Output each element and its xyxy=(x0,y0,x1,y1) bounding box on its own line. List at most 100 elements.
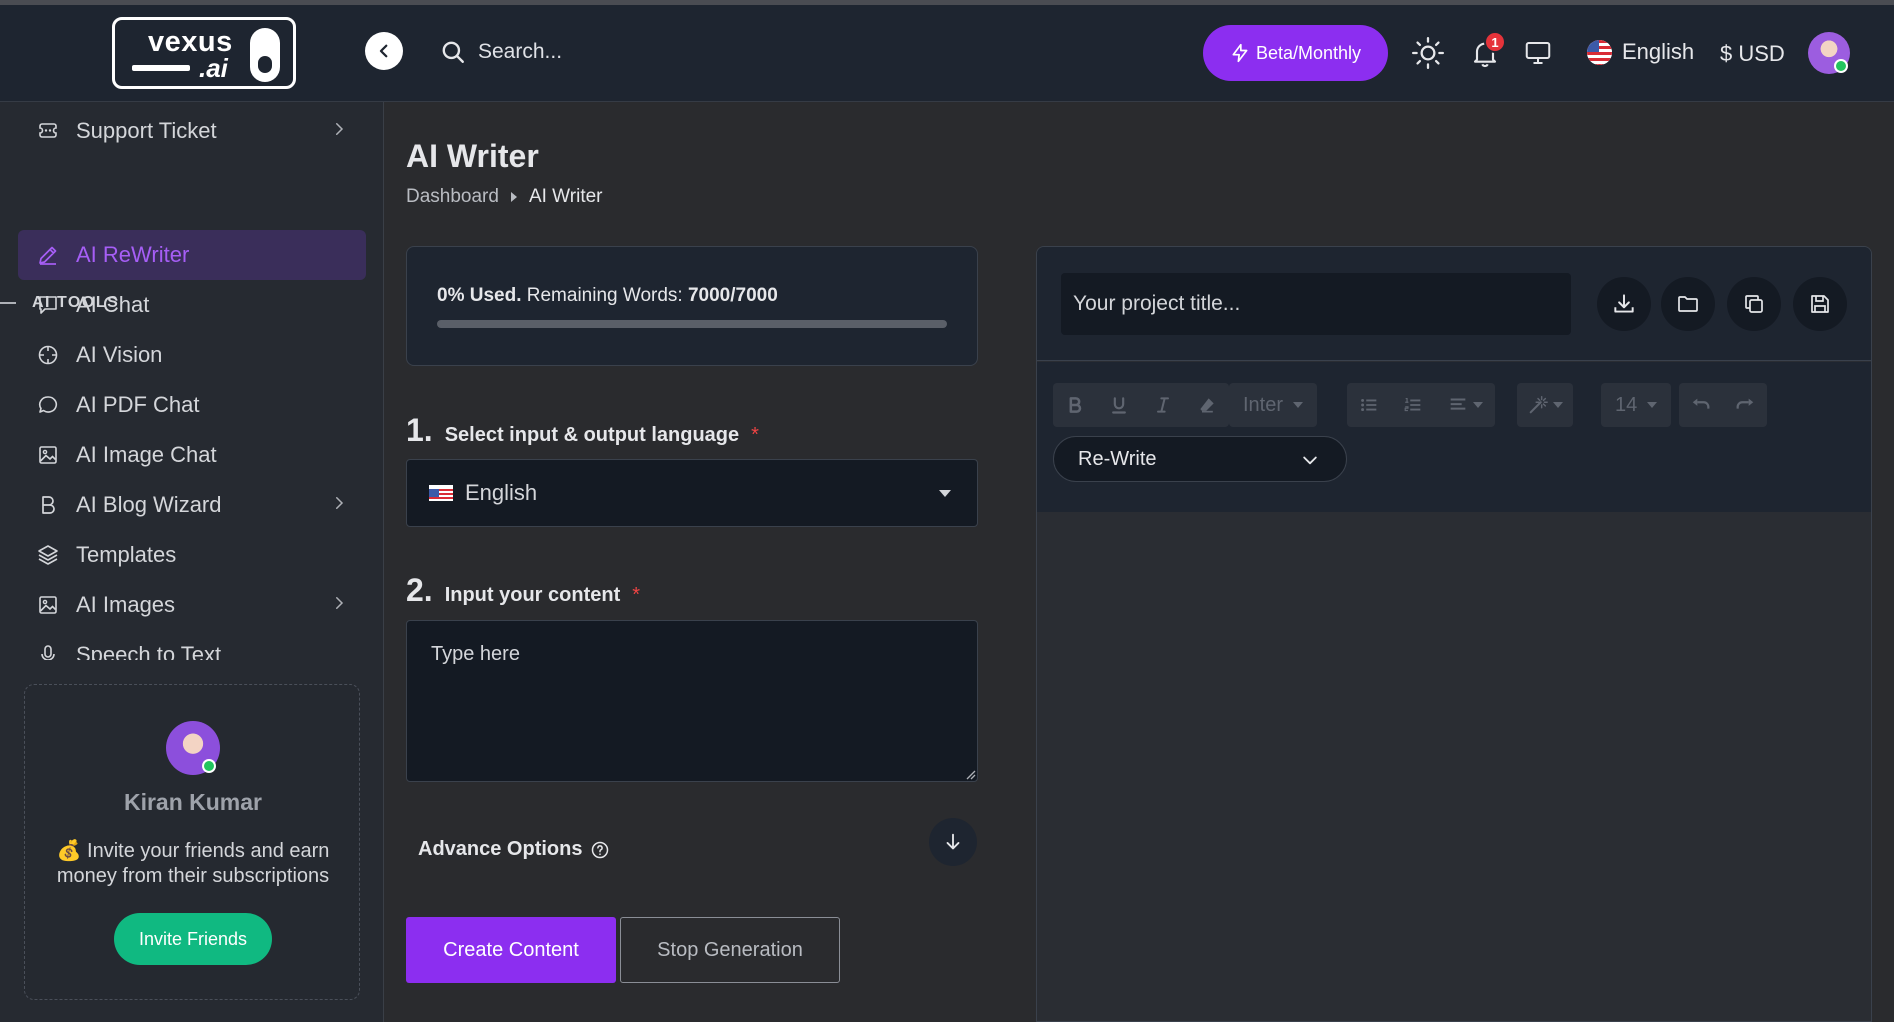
sidebar-item-ai-rewriter[interactable]: AI ReWriter xyxy=(18,230,366,280)
font-family-value: Inter xyxy=(1229,394,1317,417)
sidebar-item-label: AI Image Chat xyxy=(76,442,217,467)
logo-toggle-shape xyxy=(250,28,280,82)
logo-underline xyxy=(132,65,190,71)
chat-round-icon xyxy=(38,396,58,413)
section-dash xyxy=(0,302,16,304)
us-flag-icon xyxy=(1587,39,1612,65)
font-family-dropdown[interactable]: Inter xyxy=(1229,383,1318,427)
text-format-group xyxy=(1053,383,1229,427)
display-mode-button[interactable] xyxy=(1520,35,1556,71)
ticket-icon xyxy=(39,123,57,138)
invite-message: 💰 Invite your friends and earn money fro… xyxy=(39,839,347,889)
chevron-down-icon xyxy=(1303,456,1317,465)
brand-logo[interactable]: vexus .ai xyxy=(112,17,296,89)
sidebar-item-ai-images[interactable]: AI Images xyxy=(18,580,366,630)
sidebar-collapse-button[interactable] xyxy=(365,32,403,70)
font-size-dropdown[interactable]: 14 xyxy=(1601,383,1672,427)
content-input[interactable] xyxy=(406,620,978,782)
mic-icon xyxy=(41,645,55,660)
sidebar-item-label: Speech to Text xyxy=(76,642,222,660)
language-label: English xyxy=(1622,39,1695,64)
redo-icon xyxy=(1736,398,1754,409)
open-folder-button[interactable] xyxy=(1661,277,1715,331)
magic-dropdown[interactable] xyxy=(1517,383,1573,427)
chevron-left-icon xyxy=(379,44,388,58)
caret-down-icon xyxy=(939,490,951,497)
redo-button[interactable] xyxy=(1723,383,1767,427)
stop-generation-button[interactable]: Stop Generation xyxy=(620,917,840,983)
magic-wand-button[interactable] xyxy=(1517,383,1573,427)
arrow-down-icon xyxy=(946,833,960,850)
caret-down-icon xyxy=(1293,402,1304,408)
sidebar-item-support-ticket[interactable]: Support Ticket xyxy=(18,106,366,156)
eraser-icon xyxy=(1200,398,1214,413)
save-button[interactable] xyxy=(1793,277,1847,331)
plan-upgrade-button[interactable]: Beta/Monthly xyxy=(1203,25,1388,81)
usage-remaining-label: Remaining Words: xyxy=(526,285,683,306)
step-number: 1. xyxy=(406,412,433,448)
copy-button[interactable] xyxy=(1727,277,1781,331)
rewrite-mode-select[interactable]: Re-Write xyxy=(1053,436,1347,482)
sidebar-nav-scroll[interactable]: Support Ticket AI TOOLS AI ReWriter AI C… xyxy=(0,102,384,660)
breadcrumb-current: AI Writer xyxy=(528,186,603,207)
search-input[interactable] xyxy=(478,40,778,64)
italic-button[interactable] xyxy=(1141,383,1185,427)
rewrite-mode-value: Re-Write xyxy=(1078,447,1157,470)
word-usage-card: 0% Used. Remaining Words: 7000/7000 xyxy=(406,246,978,366)
align-dropdown[interactable] xyxy=(1435,383,1495,427)
clear-format-button[interactable] xyxy=(1185,383,1229,427)
font-size-value: 14 xyxy=(1601,394,1671,417)
undo-button[interactable] xyxy=(1679,383,1723,427)
resize-handle-icon[interactable] xyxy=(964,768,976,780)
sidebar-item-ai-pdf-chat[interactable]: AI PDF Chat xyxy=(18,380,366,430)
caret-down-icon xyxy=(1647,402,1658,408)
advance-options-toggle[interactable] xyxy=(929,818,977,866)
download-button[interactable] xyxy=(1597,277,1651,331)
sidebar-item-ai-vision[interactable]: AI Vision xyxy=(18,330,366,380)
currency-switcher[interactable]: $ USD xyxy=(1720,41,1785,67)
online-status-dot xyxy=(1834,59,1848,73)
chat-square-icon xyxy=(39,296,57,314)
money-bag-icon: 💰 xyxy=(56,840,82,862)
create-content-button[interactable]: Create Content xyxy=(406,917,616,983)
editor-content-area[interactable] xyxy=(1037,512,1871,1021)
numbered-list-button[interactable] xyxy=(1391,383,1435,427)
theme-toggle-button[interactable] xyxy=(1410,35,1446,71)
step-2-label: 2. Input your content * xyxy=(406,572,640,609)
font-family-label: Inter xyxy=(1243,393,1284,416)
usage-remaining-value: 7000/7000 xyxy=(687,285,778,306)
language-select-value: English xyxy=(465,480,538,505)
language-switcher[interactable]: English xyxy=(1587,39,1694,65)
usage-progress-bar xyxy=(437,320,947,328)
step-text: Select input & output language xyxy=(444,424,740,446)
notification-count-badge: 1 xyxy=(1484,31,1506,53)
us-flag-icon xyxy=(429,485,453,501)
italic-icon xyxy=(1157,397,1169,413)
chevron-right-icon xyxy=(336,597,344,609)
sidebar-item-templates[interactable]: Templates xyxy=(18,530,366,580)
language-select[interactable]: English xyxy=(406,459,978,527)
sidebar-item-speech-to-text[interactable]: Speech to Text xyxy=(18,630,366,660)
advance-options-label: Advance Options xyxy=(418,838,610,861)
search-bar xyxy=(440,39,778,65)
bullet-list-button[interactable] xyxy=(1347,383,1391,427)
sidebar-item-ai-image-chat[interactable]: AI Image Chat xyxy=(18,430,366,480)
bold-b-icon xyxy=(42,496,55,514)
project-title-input[interactable] xyxy=(1061,273,1571,335)
sidebar-item-label: AI Images xyxy=(76,592,176,617)
invite-friends-button[interactable]: Invite Friends xyxy=(114,913,272,965)
editor-panel: Inter 14 Re-Write xyxy=(1036,246,1872,1022)
align-left-icon xyxy=(1450,398,1466,410)
underline-button[interactable] xyxy=(1097,383,1141,427)
lightning-icon xyxy=(1232,43,1248,63)
chevron-right-icon xyxy=(336,497,344,509)
help-circle-icon[interactable] xyxy=(590,840,610,860)
caret-down-icon xyxy=(1553,402,1563,408)
bold-button[interactable] xyxy=(1053,383,1097,427)
sidebar-item-label: Templates xyxy=(76,542,177,567)
sidebar-item-ai-chat[interactable]: AI Chat xyxy=(18,280,366,330)
sidebar-item-ai-blog-wizard[interactable]: AI Blog Wizard xyxy=(18,480,366,530)
required-marker: * xyxy=(751,424,759,446)
breadcrumb-dashboard-link[interactable]: Dashboard xyxy=(406,186,499,208)
logo-wordmark-bottom: .ai xyxy=(199,53,228,83)
